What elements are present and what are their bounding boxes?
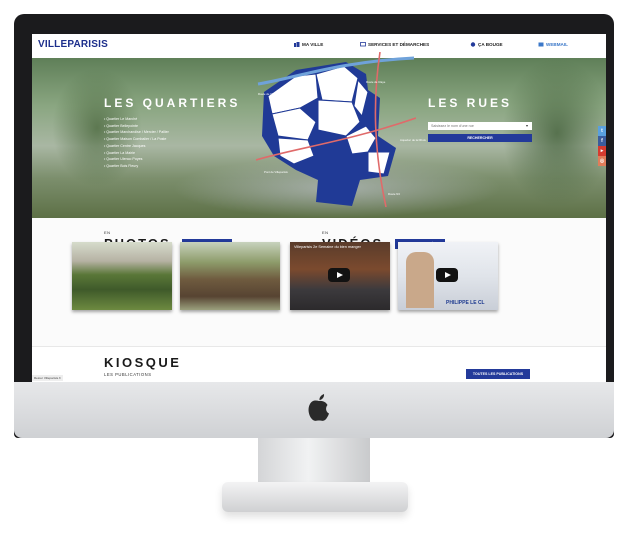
video-thumbnail[interactable]: Villeparisis 2e Semaine du bien manger [290,242,390,310]
monitor-stand-base [222,482,408,512]
quartier-link[interactable]: Quartier Ulenco Poyes [104,156,214,163]
quartier-link[interactable]: Quartier Maison Combalier / La Poste [104,136,214,143]
apple-logo-icon [308,394,329,421]
map-label: Route de Claye [258,92,278,96]
nav-webmail[interactable]: WEBMAIL [538,42,568,47]
services-icon [360,42,366,47]
quartier-link[interactable]: Quartier Le Marché [104,116,214,123]
nav-label: ÇA BOUGE [478,42,503,47]
neighborhood-map[interactable] [256,52,416,207]
background-trees [502,58,606,208]
map-label: Route de Claye [366,80,386,84]
photo-thumbnail[interactable] [180,242,280,310]
nav-ca-bouge[interactable]: ÇA BOUGE [470,42,503,47]
nav-services[interactable]: SERVICES ET DÉMARCHES [360,42,429,47]
quartier-link[interactable]: Quartier Bois Fleury [104,163,214,170]
map-label: Aqueduc de la Dhuis [400,138,426,142]
webmail-icon [538,42,544,47]
chevron-down-icon[interactable]: ▾ [526,123,528,128]
instagram-icon[interactable]: ◎ [598,156,606,166]
play-icon[interactable] [328,268,350,282]
photo-thumbnail[interactable] [72,242,172,310]
speaker-figure [406,252,434,308]
facebook-icon[interactable]: f [598,136,606,146]
street-search-input[interactable] [428,122,532,130]
nav-label: WEBMAIL [546,42,568,47]
play-icon[interactable] [436,268,458,282]
events-icon [470,42,476,47]
photos-prefix: EN [104,230,111,235]
twitter-icon[interactable]: t [598,126,606,136]
nav-label: MA VILLE [302,42,324,47]
nav-ma-ville[interactable]: MA VILLE [294,42,324,48]
quartier-link[interactable]: Quartier Bellepointe [104,123,214,130]
city-icon [294,42,300,48]
map-label: Route N3 [388,192,400,196]
site-logo[interactable]: VILLEPARISIS [38,39,108,50]
youtube-icon[interactable]: ▸ [598,146,606,156]
quartier-link[interactable]: Quartier La Mairie [104,150,214,157]
browser-viewport: VILLEPARISIS MA VILLE SERVICES ET DÉMARC… [32,34,606,382]
rues-title: LES RUES [428,96,513,110]
map-label: Pont de Villeparisis [264,170,288,174]
nav-label: SERVICES ET DÉMARCHES [368,42,430,47]
quartier-link[interactable]: Quartier Marchandise / Mercier / Pallier [104,129,214,136]
monitor-stand [258,438,370,486]
videos-prefix: EN [322,230,329,235]
quartiers-title: LES QUARTIERS [104,96,241,110]
quartiers-list: Quartier Le Marché Quartier Bellepointe … [104,116,214,170]
video-caption: PHILIPPE LE CL [446,300,485,306]
video-caption: Villeparisis 2e Semaine du bien manger [294,245,361,249]
quartier-link[interactable]: Quartier Centre Jacques [104,143,214,150]
search-button[interactable]: RECHERCHER [428,134,532,142]
video-thumbnail[interactable]: PHILIPPE LE CL [398,242,498,310]
